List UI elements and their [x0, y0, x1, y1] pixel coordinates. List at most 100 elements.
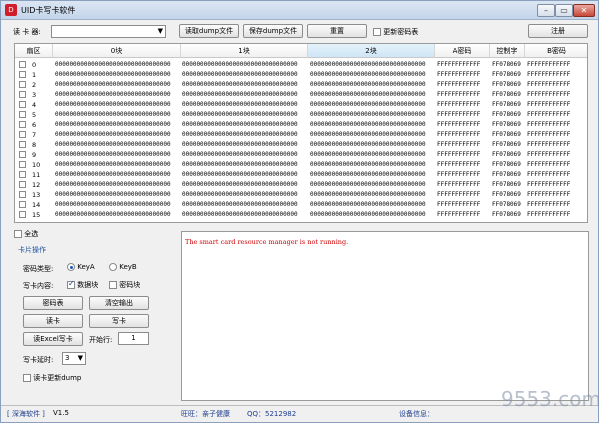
- cell-b1[interactable]: 00000000000000000000000000000000: [182, 190, 298, 200]
- cell-b0[interactable]: 00000000000000000000000000000000: [55, 70, 171, 80]
- header-block2[interactable]: 2块: [308, 44, 435, 58]
- clear-output-button[interactable]: 清空输出: [89, 296, 149, 310]
- cell-b2[interactable]: 00000000000000000000000000000000: [310, 170, 426, 180]
- cell-b1[interactable]: 00000000000000000000000000000000: [182, 170, 298, 180]
- cell-b0[interactable]: 00000000000000000000000000000000: [55, 210, 171, 220]
- cell-a[interactable]: FFFFFFFFFFFF: [437, 190, 480, 200]
- reader-select[interactable]: ▼: [51, 25, 166, 38]
- register-button[interactable]: 注册: [528, 24, 588, 38]
- table-row[interactable]: 10 00000000000000000000000000000000 000000…: [15, 160, 587, 170]
- title-bar[interactable]: D UID卡写卡软件 – ▭ ✕: [1, 1, 598, 20]
- cell-b0[interactable]: 00000000000000000000000000000000: [55, 100, 171, 110]
- table-row[interactable]: 14 00000000000000000000000000000000 000000…: [15, 200, 587, 210]
- cell-ctrl[interactable]: FF078069: [492, 140, 521, 150]
- key-b-radio[interactable]: KeyB: [109, 263, 137, 271]
- cell-a[interactable]: FFFFFFFFFFFF: [437, 120, 480, 130]
- cell-a[interactable]: FFFFFFFFFFFF: [437, 70, 480, 80]
- cell-b0[interactable]: 00000000000000000000000000000000: [55, 190, 171, 200]
- cell-b1[interactable]: 00000000000000000000000000000000: [182, 100, 298, 110]
- write-card-button[interactable]: 写卡: [89, 314, 149, 328]
- header-block1[interactable]: 1块: [181, 44, 308, 58]
- cell-b2[interactable]: 00000000000000000000000000000000: [310, 150, 426, 160]
- table-row[interactable]: 2 00000000000000000000000000000000 0000000…: [15, 80, 587, 90]
- row-checkbox[interactable]: [19, 61, 26, 68]
- cell-b0[interactable]: 00000000000000000000000000000000: [55, 200, 171, 210]
- cell-b1[interactable]: 00000000000000000000000000000000: [182, 200, 298, 210]
- update-pwd-toggle[interactable]: 更新密码表: [373, 27, 418, 37]
- cell-ctrl[interactable]: FF078069: [492, 150, 521, 160]
- cell-ctrl[interactable]: FF078069: [492, 190, 521, 200]
- cell-b[interactable]: FFFFFFFFFFFF: [527, 140, 570, 150]
- read-update-dump-checkbox[interactable]: [23, 374, 31, 382]
- row-checkbox[interactable]: [19, 181, 26, 188]
- read-card-button[interactable]: 读卡: [23, 314, 83, 328]
- cell-b[interactable]: FFFFFFFFFFFF: [527, 210, 570, 220]
- cell-b[interactable]: FFFFFFFFFFFF: [527, 190, 570, 200]
- table-row[interactable]: 7 00000000000000000000000000000000 0000000…: [15, 130, 587, 140]
- cell-b0[interactable]: 00000000000000000000000000000000: [55, 90, 171, 100]
- cell-a[interactable]: FFFFFFFFFFFF: [437, 140, 480, 150]
- cell-b0[interactable]: 00000000000000000000000000000000: [55, 80, 171, 90]
- cell-a[interactable]: FFFFFFFFFFFF: [437, 210, 480, 220]
- delay-select[interactable]: 3 ▼: [62, 352, 86, 365]
- cell-b2[interactable]: 00000000000000000000000000000000: [310, 60, 426, 70]
- row-checkbox[interactable]: [19, 201, 26, 208]
- cell-b1[interactable]: 00000000000000000000000000000000: [182, 80, 298, 90]
- maximize-button[interactable]: ▭: [555, 4, 573, 17]
- cell-b[interactable]: FFFFFFFFFFFF: [527, 80, 570, 90]
- row-checkbox[interactable]: [19, 211, 26, 218]
- cell-b2[interactable]: 00000000000000000000000000000000: [310, 190, 426, 200]
- header-key-b[interactable]: B密码: [525, 44, 587, 58]
- cell-b2[interactable]: 00000000000000000000000000000000: [310, 180, 426, 190]
- row-checkbox[interactable]: [19, 121, 26, 128]
- cell-b[interactable]: FFFFFFFFFFFF: [527, 90, 570, 100]
- data-block-toggle[interactable]: 数据块: [67, 279, 98, 290]
- row-checkbox[interactable]: [19, 131, 26, 138]
- row-checkbox[interactable]: [19, 101, 26, 108]
- cell-ctrl[interactable]: FF078069: [492, 70, 521, 80]
- cell-b2[interactable]: 00000000000000000000000000000000: [310, 130, 426, 140]
- row-checkbox[interactable]: [19, 171, 26, 178]
- table-row[interactable]: 0 00000000000000000000000000000000 0000000…: [15, 60, 587, 70]
- cell-b1[interactable]: 00000000000000000000000000000000: [182, 130, 298, 140]
- cell-a[interactable]: FFFFFFFFFFFF: [437, 110, 480, 120]
- cell-ctrl[interactable]: FF078069: [492, 60, 521, 70]
- cell-b2[interactable]: 00000000000000000000000000000000: [310, 80, 426, 90]
- cell-b2[interactable]: 00000000000000000000000000000000: [310, 120, 426, 130]
- cell-a[interactable]: FFFFFFFFFFFF: [437, 150, 480, 160]
- cell-b0[interactable]: 00000000000000000000000000000000: [55, 110, 171, 120]
- cell-b2[interactable]: 00000000000000000000000000000000: [310, 110, 426, 120]
- save-dump-button[interactable]: 保存dump文件: [243, 24, 303, 38]
- cell-ctrl[interactable]: FF078069: [492, 130, 521, 140]
- cell-b[interactable]: FFFFFFFFFFFF: [527, 120, 570, 130]
- header-key-a[interactable]: A密码: [435, 44, 490, 58]
- row-checkbox[interactable]: [19, 191, 26, 198]
- cell-ctrl[interactable]: FF078069: [492, 180, 521, 190]
- read-update-dump-toggle[interactable]: 读卡更新dump: [23, 373, 81, 383]
- cell-a[interactable]: FFFFFFFFFFFF: [437, 200, 480, 210]
- reset-button[interactable]: 重置: [307, 24, 367, 38]
- cell-b[interactable]: FFFFFFFFFFFF: [527, 60, 570, 70]
- cell-b2[interactable]: 00000000000000000000000000000000: [310, 210, 426, 220]
- select-all[interactable]: 全选: [14, 229, 38, 239]
- cell-b0[interactable]: 00000000000000000000000000000000: [55, 160, 171, 170]
- cell-b[interactable]: FFFFFFFFFFFF: [527, 150, 570, 160]
- cell-b[interactable]: FFFFFFFFFFFF: [527, 130, 570, 140]
- update-pwd-checkbox[interactable]: [373, 28, 381, 36]
- table-row[interactable]: 5 00000000000000000000000000000000 0000000…: [15, 110, 587, 120]
- cell-b[interactable]: FFFFFFFFFFFF: [527, 160, 570, 170]
- cell-ctrl[interactable]: FF078069: [492, 80, 521, 90]
- cell-b0[interactable]: 00000000000000000000000000000000: [55, 180, 171, 190]
- cell-b1[interactable]: 00000000000000000000000000000000: [182, 90, 298, 100]
- table-row[interactable]: 8 00000000000000000000000000000000 0000000…: [15, 140, 587, 150]
- header-sector[interactable]: 扇区: [15, 44, 53, 58]
- cell-b[interactable]: FFFFFFFFFFFF: [527, 70, 570, 80]
- cell-b[interactable]: FFFFFFFFFFFF: [527, 180, 570, 190]
- key-b-radio-dot[interactable]: [109, 263, 117, 271]
- header-control[interactable]: 控制字: [490, 44, 525, 58]
- start-row-input[interactable]: 1: [118, 332, 149, 345]
- cell-b0[interactable]: 00000000000000000000000000000000: [55, 120, 171, 130]
- read-excel-write-button[interactable]: 读Excel写卡: [23, 332, 83, 346]
- row-checkbox[interactable]: [19, 141, 26, 148]
- row-checkbox[interactable]: [19, 71, 26, 78]
